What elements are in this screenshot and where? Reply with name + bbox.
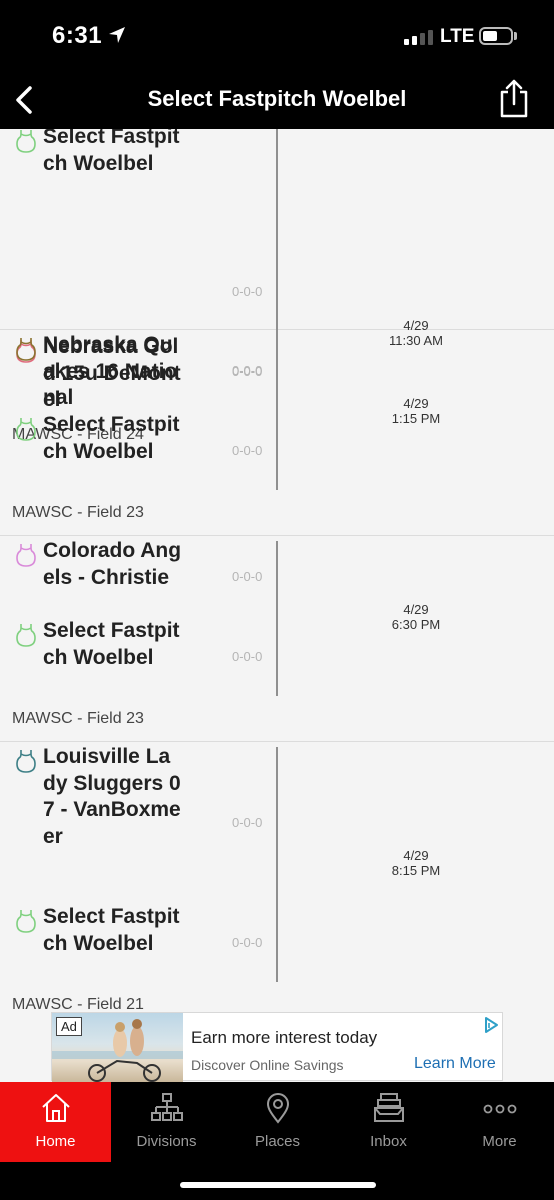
team-name: Nebraska Quakes 16 National (43, 333, 178, 409)
game-date: 4/29 (403, 848, 429, 863)
jersey-icon (16, 544, 36, 567)
jersey-icon (16, 624, 36, 647)
team-name: Louisville Lady Sluggers 07 - VanBoxmeer (43, 745, 181, 848)
tab-inbox[interactable]: Inbox (333, 1082, 444, 1162)
divisions-icon (150, 1093, 183, 1121)
team-record: 0-0-0 (232, 935, 263, 950)
team-name: Select Fastpitch Woelbel (43, 619, 180, 669)
team-record: 0-0-0 (232, 363, 263, 378)
game-datetime: 4/29 8:15 PM (278, 848, 554, 878)
share-button[interactable] (498, 78, 530, 120)
jersey-icon (16, 910, 36, 933)
game-row[interactable]: Louisville Lady Sluggers 07 - VanBoxmeer… (0, 742, 554, 1042)
home-icon (41, 1094, 70, 1122)
battery-icon (479, 27, 513, 45)
ad-banner[interactable]: Ad Earn more interest today Discover Onl… (51, 1012, 503, 1082)
ad-subtitle: Discover Online Savings (191, 1057, 344, 1073)
jersey-icon (16, 750, 36, 773)
game-datetime: 4/29 1:15 PM (278, 396, 554, 426)
page-title: Select Fastpitch Woelbel (147, 86, 407, 111)
location-arrow-icon (109, 27, 125, 43)
jersey-icon (16, 418, 36, 441)
game-row[interactable]: Select Fastpitch Woelbel 0-0-0 Nebraska … (0, 129, 554, 443)
game-venue: MAWSC - Field 23 (12, 504, 144, 521)
game-row[interactable]: Nebraska Quakes 16 National 0-0-0 Select… (0, 330, 554, 536)
game-row[interactable]: Colorado Angels - Christie 0-0-0 Select … (0, 536, 554, 742)
nav-bar: Select Fastpitch Woelbel (0, 72, 554, 129)
team-name: Select Fastpitch Woelbel (43, 129, 180, 175)
team-record: 0-0-0 (232, 443, 263, 458)
game-venue: MAWSC - Field 23 (12, 710, 144, 727)
schedule-list[interactable]: Select Fastpitch Woelbel 0-0-0 Nebraska … (0, 129, 554, 1082)
game-date: 4/29 (403, 396, 429, 411)
team-name: Select Fastpitch Woelbel (43, 905, 180, 955)
team-name: Select Fastpitch Woelbel (43, 413, 180, 463)
tab-more[interactable]: More (444, 1082, 554, 1162)
tab-home[interactable]: Home (0, 1082, 111, 1162)
ad-badge: Ad (56, 1017, 82, 1036)
game-time: 6:30 PM (391, 617, 441, 632)
status-time: 6:31 (52, 22, 103, 49)
jersey-icon (16, 338, 36, 361)
inbox-icon (373, 1093, 404, 1122)
tab-divisions[interactable]: Divisions (111, 1082, 222, 1162)
ad-choices-icon[interactable] (482, 1016, 500, 1034)
game-time: 1:15 PM (391, 411, 441, 426)
home-indicator (180, 1182, 376, 1188)
signal-strength-icon (404, 29, 433, 45)
team-record: 0-0-0 (232, 284, 263, 299)
game-time: 8:15 PM (391, 863, 441, 878)
status-bar: 6:31 LTE (0, 0, 554, 72)
jersey-icon (16, 130, 36, 153)
network-type: LTE (440, 26, 475, 47)
more-icon (483, 1104, 516, 1114)
game-date: 4/29 (403, 602, 429, 617)
tab-label: Divisions (136, 1133, 197, 1150)
tab-label: More (482, 1133, 517, 1150)
tab-label: Inbox (370, 1133, 407, 1150)
tab-label: Places (254, 1133, 301, 1150)
ad-title: Earn more interest today (191, 1028, 378, 1047)
tab-places[interactable]: Places (222, 1082, 333, 1162)
tab-label: Home (35, 1133, 76, 1150)
ad-image: Ad (52, 1013, 183, 1082)
team-record: 0-0-0 (232, 649, 263, 664)
team-record: 0-0-0 (232, 815, 263, 830)
team-record: 0-0-0 (232, 569, 263, 584)
location-pin-icon (266, 1093, 289, 1124)
game-datetime: 4/29 6:30 PM (278, 602, 554, 632)
ad-learn-more-link[interactable]: Learn More (414, 1055, 496, 1073)
team-name: Colorado Angels - Christie (43, 539, 182, 589)
